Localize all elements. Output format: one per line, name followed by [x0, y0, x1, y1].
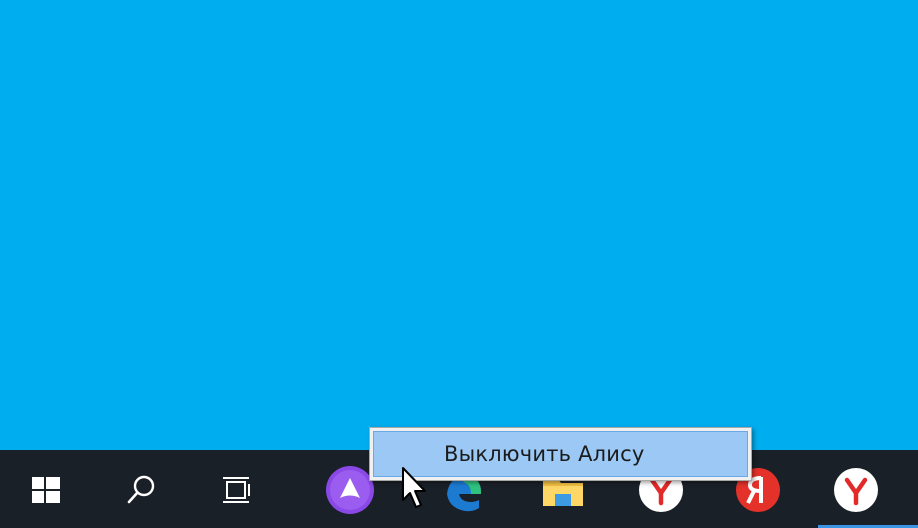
yandex-browser-icon	[834, 468, 878, 512]
windows-start-icon	[32, 477, 60, 503]
menu-item-label: Выключить Алису	[444, 442, 645, 466]
search-button[interactable]	[113, 460, 169, 520]
mouse-cursor-icon	[402, 467, 426, 508]
menu-item-disable-alice[interactable]: Выключить Алису	[373, 431, 748, 477]
task-view-button[interactable]	[209, 460, 265, 520]
yandex-browser-taskbar-button[interactable]	[828, 460, 884, 520]
desktop-background	[0, 0, 918, 450]
search-icon	[127, 475, 155, 504]
task-view-icon	[223, 477, 250, 503]
start-button[interactable]	[18, 460, 74, 520]
